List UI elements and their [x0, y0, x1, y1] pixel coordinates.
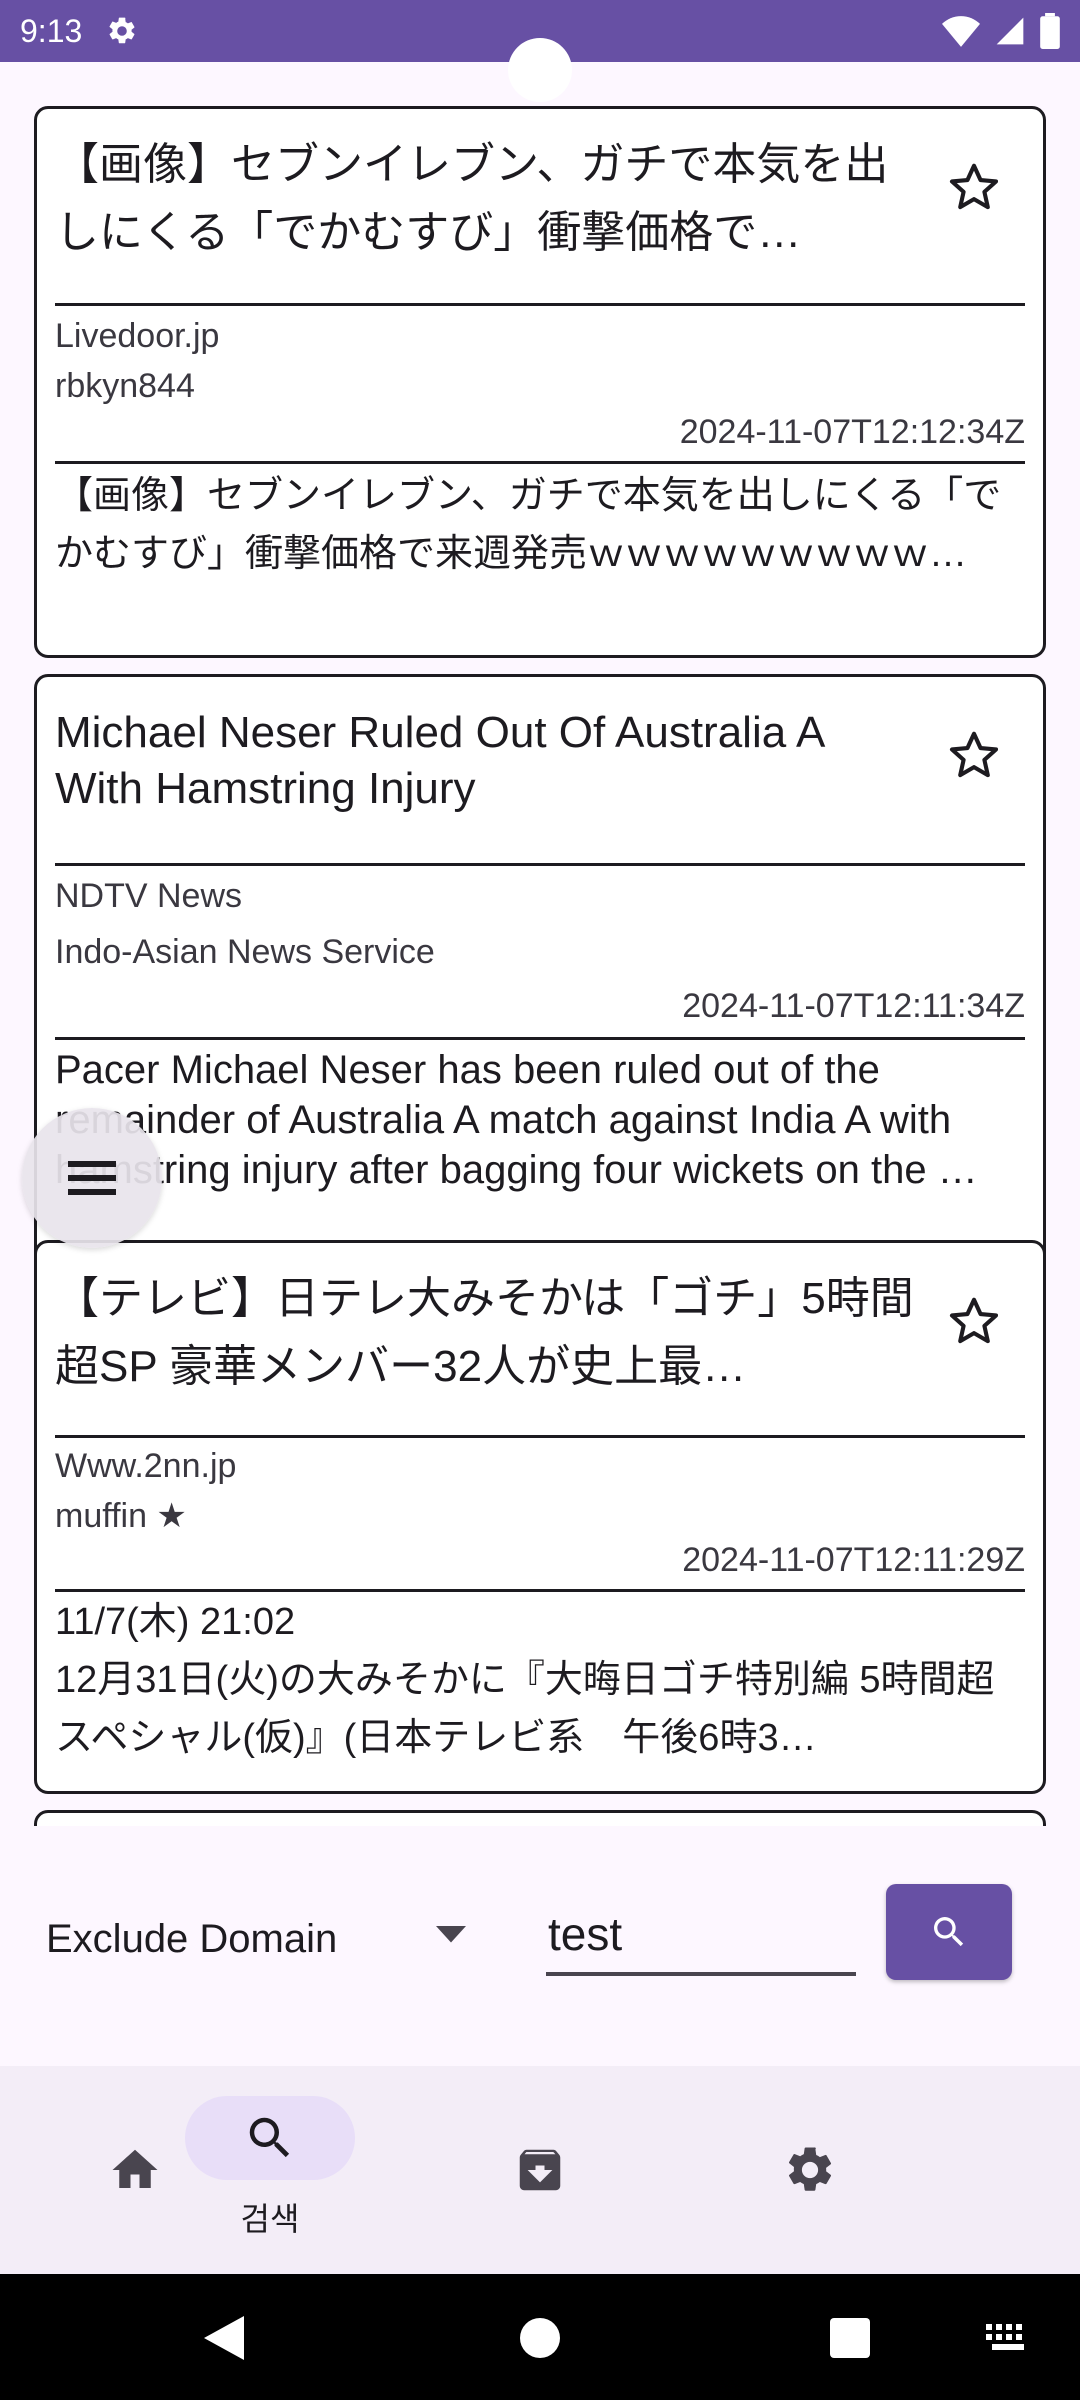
article-card[interactable]: 【画像】セブンイレブン、ガチで本気を出しにくる「でかむすび」衝撃価格で… Liv…	[34, 106, 1046, 658]
article-timestamp: 2024-11-07T12:12:34Z	[679, 413, 1025, 451]
home-circle-icon[interactable]	[520, 2318, 560, 2358]
article-timestamp: 2024-11-07T12:11:34Z	[682, 987, 1025, 1025]
dropdown-arrow-icon	[436, 1926, 466, 1943]
star-icon[interactable]	[945, 159, 1003, 217]
search-icon	[249, 2117, 290, 2158]
search-bar: Exclude Domain	[0, 1826, 1080, 2066]
article-title[interactable]: 【テレビ】日テレ大みそかは「ゴチ」5時間超SP 豪華メンバー32人が史上最…	[55, 1265, 915, 1401]
article-source: Livedoor.jp	[55, 317, 220, 355]
search-icon	[934, 1917, 964, 1947]
divider	[55, 863, 1025, 866]
divider	[55, 303, 1025, 306]
recents-icon[interactable]	[830, 2318, 870, 2358]
nav-search[interactable]: 검색	[135, 2066, 405, 2274]
nav-settings[interactable]	[675, 2066, 945, 2274]
search-input[interactable]	[546, 1896, 856, 1976]
battery-icon	[1040, 13, 1060, 49]
gear-icon	[106, 15, 138, 47]
article-author: rbkyn844	[55, 367, 195, 405]
article-source: Www.2nn.jp	[55, 1447, 237, 1485]
keyboard-icon[interactable]	[986, 2324, 1030, 2352]
menu-button[interactable]	[22, 1108, 162, 1248]
article-title[interactable]: Michael Neser Ruled Out Of Australia A W…	[55, 705, 915, 817]
settings-icon	[789, 2147, 832, 2191]
article-card[interactable]: Michael Neser Ruled Out Of Australia A W…	[34, 674, 1046, 1284]
menu-icon	[68, 1161, 116, 1195]
nav-search-label: 검색	[240, 2201, 300, 2237]
article-timestamp: 2024-11-07T12:11:29Z	[682, 1541, 1025, 1579]
article-author: muffin ★	[55, 1497, 187, 1535]
archive-icon	[519, 2149, 561, 2191]
status-time: 9:13	[20, 12, 83, 49]
article-description: 【画像】セブンイレブン、ガチで本気を出しにくる「でかむすび」衝撃価格で来週発売ｗ…	[55, 475, 1002, 575]
article-title[interactable]: 【画像】セブンイレブン、ガチで本気を出しにくる「でかむすび」衝撃価格で…	[55, 131, 915, 267]
bottom-navigation: 검색	[0, 2066, 1080, 2274]
article-description: 11/7(木) 21:02 12月31日(火)の大みそかに『大晦日ゴチ特別編 5…	[55, 1601, 995, 1759]
article-author: Indo-Asian News Service	[55, 933, 435, 971]
filter-dropdown[interactable]: Exclude Domain	[46, 1904, 466, 1974]
article-feed[interactable]: 【画像】セブンイレブン、ガチで本気を出しにくる「でかむすび」衝撃価格で… Liv…	[0, 62, 1080, 1826]
star-icon[interactable]	[945, 1293, 1003, 1351]
divider	[55, 461, 1025, 464]
filter-label: Exclude Domain	[46, 1916, 338, 1961]
article-source: NDTV News	[55, 877, 243, 915]
article-card[interactable]: 【テレビ】日テレ大みそかは「ゴチ」5時間超SP 豪華メンバー32人が史上最… W…	[34, 1240, 1046, 1794]
article-card[interactable]	[34, 1810, 1046, 1826]
wifi-icon	[942, 15, 980, 47]
divider	[55, 1589, 1025, 1592]
nav-archive[interactable]	[405, 2066, 675, 2274]
divider	[55, 1037, 1025, 1040]
search-button[interactable]	[886, 1884, 1012, 1980]
divider	[55, 1435, 1025, 1438]
system-navigation-bar	[0, 2274, 1080, 2400]
article-description: Pacer Michael Neser has been ruled out o…	[55, 1048, 978, 1192]
star-icon[interactable]	[945, 727, 1003, 785]
back-icon[interactable]	[204, 2316, 244, 2360]
signal-icon	[994, 15, 1026, 47]
